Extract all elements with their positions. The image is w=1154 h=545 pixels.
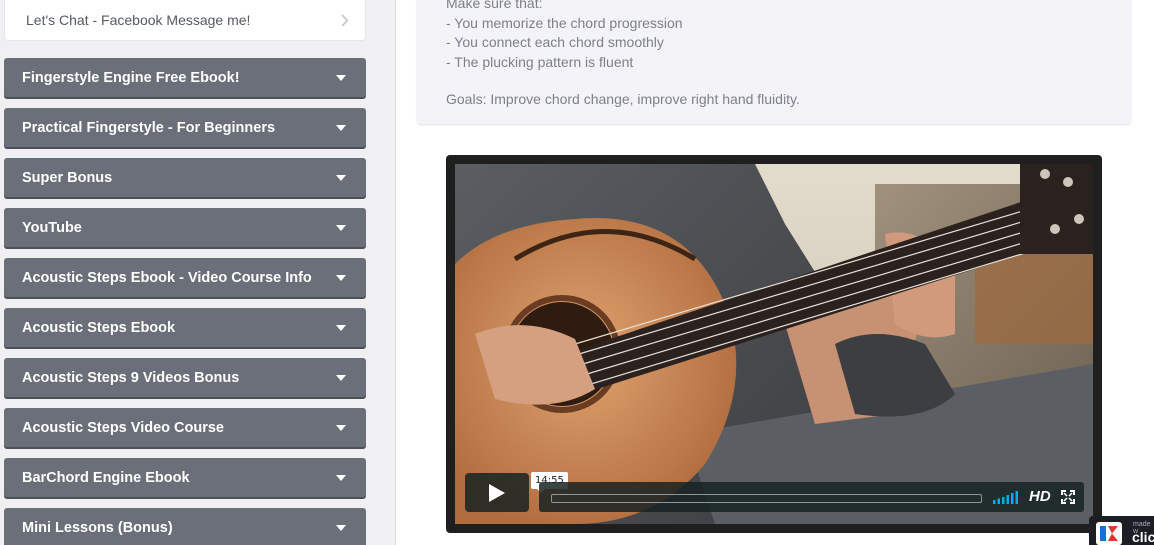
sidebar-item-barchord-engine-ebook[interactable]: BarChord Engine Ebook bbox=[4, 458, 366, 497]
lesson-line: - The plucking pattern is fluent bbox=[446, 53, 634, 70]
sidebar-item-label: Acoustic Steps Ebook bbox=[22, 319, 176, 336]
play-icon bbox=[489, 483, 505, 502]
caret-down-icon bbox=[336, 524, 346, 531]
caret-down-icon bbox=[336, 224, 346, 231]
sidebar-item-label: Practical Fingerstyle - For Beginners bbox=[22, 119, 276, 136]
lesson-line: - You connect each chord smoothly bbox=[446, 34, 664, 50]
facebook-chat-label: Let's Chat - Facebook Message me! bbox=[26, 12, 251, 28]
lesson-text-card: Make sure that: - You memorize the chord… bbox=[417, 0, 1131, 124]
sidebar-item-label: Super Bonus bbox=[22, 169, 113, 186]
facebook-chat-link[interactable]: Let's Chat - Facebook Message me! bbox=[4, 0, 366, 41]
sidebar-item-mini-lessons[interactable]: Mini Lessons (Bonus) bbox=[4, 508, 366, 545]
video-player: 14:55 HD bbox=[446, 155, 1102, 533]
caret-down-icon bbox=[336, 174, 346, 181]
sidebar-item-acoustic-steps-9-videos[interactable]: Acoustic Steps 9 Videos Bonus bbox=[4, 358, 366, 397]
lesson-line: Make sure that: bbox=[446, 0, 543, 11]
sidebar-item-label: Acoustic Steps Ebook - Video Course Info bbox=[22, 269, 312, 286]
caret-down-icon bbox=[336, 324, 346, 331]
chevron-right-icon bbox=[339, 12, 351, 28]
sidebar-menu: Fingerstyle Engine Free Ebook! Practical… bbox=[4, 58, 366, 545]
sidebar-item-acoustic-steps-info[interactable]: Acoustic Steps Ebook - Video Course Info bbox=[4, 258, 366, 297]
hd-toggle[interactable]: HD bbox=[1029, 488, 1051, 505]
fullscreen-icon[interactable] bbox=[1061, 490, 1075, 504]
sidebar-item-label: Acoustic Steps Video Course bbox=[22, 419, 224, 436]
sidebar-item-fingerstyle-engine-ebook[interactable]: Fingerstyle Engine Free Ebook! bbox=[4, 58, 366, 97]
play-button[interactable] bbox=[465, 473, 529, 512]
lesson-line: - You memorize the chord progression bbox=[446, 14, 683, 31]
made-with-badge[interactable]: made w clic bbox=[1089, 516, 1154, 545]
sidebar: Let's Chat - Facebook Message me! Finger… bbox=[0, 0, 396, 545]
sidebar-item-youtube[interactable]: YouTube bbox=[4, 208, 366, 247]
sidebar-item-super-bonus[interactable]: Super Bonus bbox=[4, 158, 366, 197]
video-frame-image bbox=[455, 164, 1093, 524]
sidebar-item-label: Acoustic Steps 9 Videos Bonus bbox=[22, 369, 240, 386]
sidebar-item-label: YouTube bbox=[22, 219, 82, 236]
caret-down-icon bbox=[336, 274, 346, 281]
sidebar-item-label: Mini Lessons (Bonus) bbox=[22, 519, 173, 536]
volume-icon[interactable] bbox=[993, 490, 1019, 504]
progress-bar[interactable] bbox=[551, 494, 982, 503]
sidebar-item-label: BarChord Engine Ebook bbox=[22, 469, 190, 486]
caret-down-icon bbox=[336, 124, 346, 131]
caret-down-icon bbox=[336, 74, 346, 81]
video-controls: HD bbox=[539, 482, 1084, 512]
caret-down-icon bbox=[336, 474, 346, 481]
caret-down-icon bbox=[336, 424, 346, 431]
main-content: Make sure that: - You memorize the chord… bbox=[397, 0, 1154, 545]
lesson-goals: Goals: Improve chord change, improve rig… bbox=[446, 91, 800, 107]
badge-brand: clic bbox=[1132, 529, 1154, 545]
sidebar-item-label: Fingerstyle Engine Free Ebook! bbox=[22, 69, 240, 86]
caret-down-icon bbox=[336, 374, 346, 381]
badge-logo-icon bbox=[1096, 522, 1122, 545]
video-screen[interactable]: 14:55 HD bbox=[455, 164, 1093, 524]
sidebar-item-practical-fingerstyle[interactable]: Practical Fingerstyle - For Beginners bbox=[4, 108, 366, 147]
sidebar-item-acoustic-steps-video-course[interactable]: Acoustic Steps Video Course bbox=[4, 408, 366, 447]
sidebar-item-acoustic-steps-ebook[interactable]: Acoustic Steps Ebook bbox=[4, 308, 366, 347]
